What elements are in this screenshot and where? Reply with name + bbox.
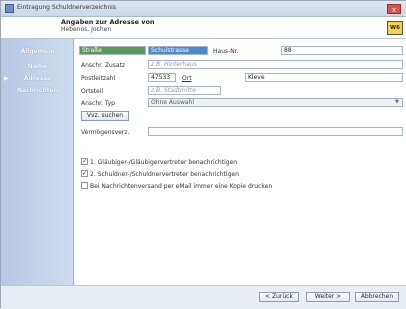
chevron-down-icon: ▼ (395, 99, 399, 105)
checkbox-schuldner[interactable]: ✓ (81, 170, 88, 177)
zusatz-input[interactable]: z.B. Hinterhaus (148, 60, 403, 69)
vvz-search-button[interactable]: Vvz. suchen (81, 111, 129, 121)
plz-input[interactable]: 47533 (148, 73, 176, 82)
sidebar: Allgemein Name ▶ Adresse Nachrichten (1, 39, 74, 285)
hausnr-label: Haus-Nr. (213, 48, 239, 55)
cancel-button[interactable]: Abbrechen (355, 292, 399, 302)
anschr-typ-label: Anschr. Typ (81, 100, 115, 107)
zusatz-label: Anschr. Zusatz (81, 62, 126, 69)
dialog-window: Eintragung Schuldnerverzeichnis x Angabe… (0, 0, 406, 309)
close-button[interactable]: x (387, 4, 401, 14)
hausnr-input[interactable]: 88 (281, 46, 403, 55)
app-logo: W6 (387, 21, 403, 35)
strasse-input[interactable]: Schulstrasse (148, 46, 208, 55)
anschr-typ-select[interactable]: Ohne Auswahl (148, 98, 403, 107)
title-bar: Eintragung Schuldnerverzeichnis x (1, 1, 406, 17)
header-title: Angaben zur Adresse von (61, 18, 155, 26)
checkbox-email-copy[interactable] (81, 182, 88, 189)
header-subtitle: Hebenos, Jochen (61, 26, 112, 33)
checkbox-glaeubiger-label: 1. Gläubiger-/Gläubigervertreter benachr… (90, 159, 238, 166)
next-button[interactable]: Weiter > (306, 292, 350, 302)
strasse-label: Straße (79, 46, 146, 55)
app-icon (5, 4, 14, 13)
ort-label: Ort (182, 75, 192, 82)
ortsteil-label: Ortsteil (81, 88, 104, 95)
footer-bar: < Zurück Weiter > Abbrechen (1, 285, 406, 309)
checkbox-glaeubiger[interactable]: ✓ (81, 158, 88, 165)
ortsteil-input[interactable]: z.B. Stadtmitte (148, 86, 221, 95)
checkbox-email-copy-label: Bei Nachrichtenversand per eMail immer e… (90, 183, 273, 190)
checkbox-schuldner-label: 2. Schuldner-/Schuldnervertreter benachr… (90, 171, 239, 178)
back-button[interactable]: < Zurück (259, 292, 299, 302)
sidebar-item-adresse[interactable]: Adresse (1, 75, 74, 82)
dialog-header: Angaben zur Adresse von Hebenos, Jochen … (1, 17, 406, 39)
vermoegen-input[interactable] (148, 127, 403, 136)
sidebar-item-nachrichten[interactable]: Nachrichten (1, 87, 74, 94)
plz-label: Postleitzahl (81, 75, 116, 82)
vermoegen-label: Vermögensverz. (81, 129, 130, 136)
window-title: Eintragung Schuldnerverzeichnis (17, 4, 116, 11)
sidebar-item-allgemein[interactable]: Allgemein (1, 48, 74, 55)
form-area: Straße Schulstrasse Haus-Nr. 88 Anschr. … (75, 39, 406, 285)
ort-input[interactable]: Kleve (245, 73, 403, 82)
sidebar-item-name[interactable]: Name (1, 63, 74, 70)
